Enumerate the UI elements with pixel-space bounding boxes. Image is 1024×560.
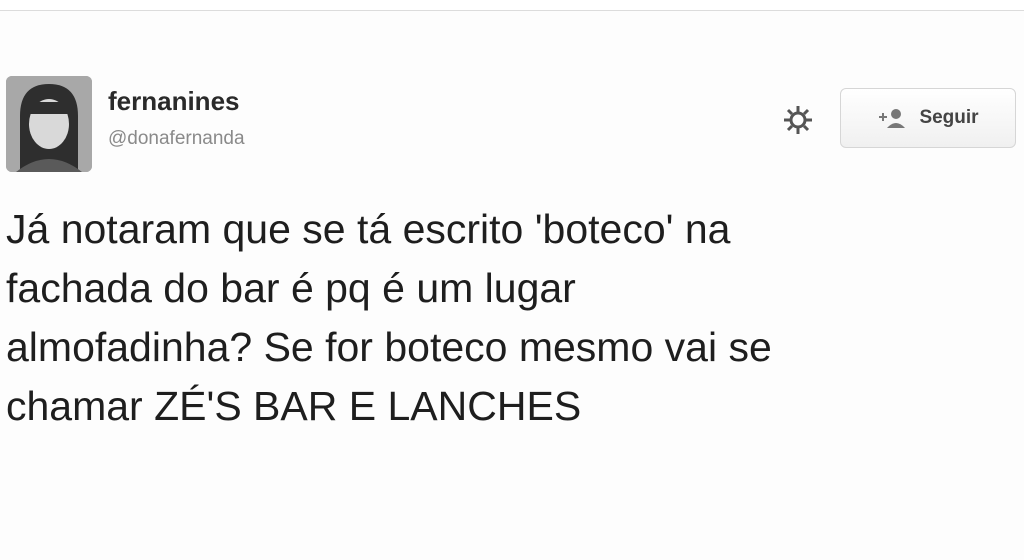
avatar[interactable]	[6, 76, 92, 172]
follow-button-label: Seguir	[919, 107, 979, 128]
display-name[interactable]: fernanines	[108, 86, 240, 117]
avatar-image	[6, 76, 92, 172]
add-user-icon	[879, 109, 906, 128]
tweet-text: Já notaram que se tá escrito 'boteco' na…	[6, 206, 772, 429]
user-handle[interactable]: @donafernanda	[108, 128, 245, 150]
gear-icon[interactable]	[782, 104, 814, 136]
follow-button[interactable]: Seguir	[840, 88, 1016, 148]
